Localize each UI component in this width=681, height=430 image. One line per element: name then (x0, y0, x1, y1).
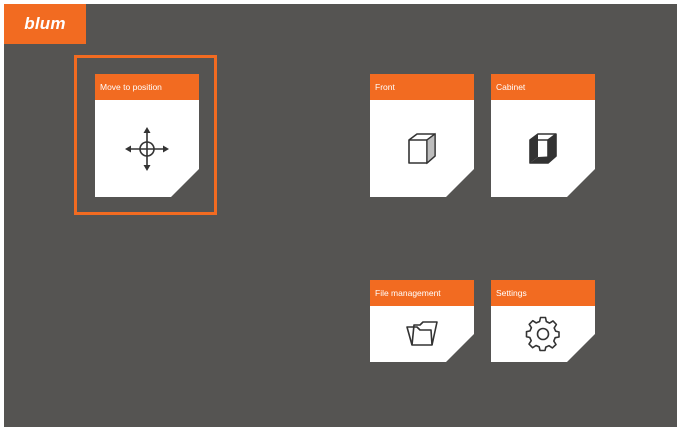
tile-move-to-position[interactable]: Move to position (95, 74, 199, 197)
tile-cabinet-label: Cabinet (491, 74, 595, 100)
tile-settings[interactable]: Settings (491, 280, 595, 362)
tile-file-management[interactable]: File management (370, 280, 474, 362)
main-screen: blum Move to position Front Cabinet File… (4, 4, 677, 427)
tile-front-label: Front (370, 74, 474, 100)
cube-icon (403, 130, 441, 168)
move-arrows-icon (123, 125, 171, 173)
tile-cabinet[interactable]: Cabinet (491, 74, 595, 197)
tile-front[interactable]: Front (370, 74, 474, 197)
open-cabinet-icon (524, 130, 562, 168)
blum-logo: blum (4, 4, 86, 44)
folder-icon (402, 318, 442, 350)
gear-icon (525, 316, 561, 352)
tile-file-management-label: File management (370, 280, 474, 306)
tile-settings-label: Settings (491, 280, 595, 306)
tile-move-to-position-label: Move to position (95, 74, 199, 100)
